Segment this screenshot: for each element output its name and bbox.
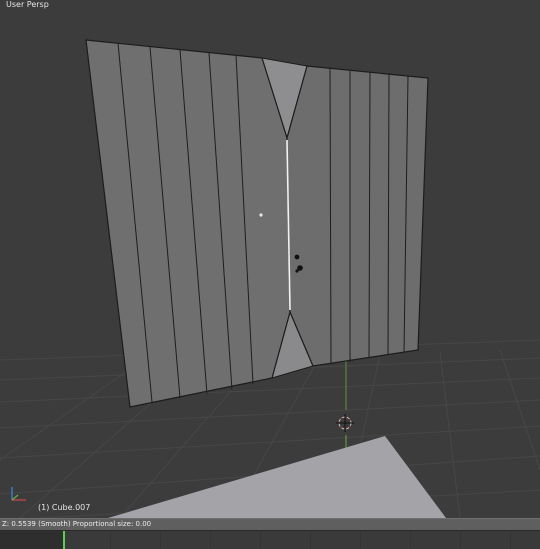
timeline-tick [210,531,211,549]
timeline-editor[interactable] [0,530,540,549]
timeline-tick [460,531,461,549]
timeline-tick [410,531,411,549]
mesh-right-panel [286,65,429,367]
active-object-label: (1) Cube.007 [38,503,91,512]
mesh-left-panel [85,39,291,408]
viewport-scene [0,39,540,518]
timeline-tick [360,531,361,549]
timeline-tick [160,531,161,549]
timeline-tick [310,531,311,549]
timeline-tick [110,531,111,549]
3d-viewport[interactable]: User Persp (1) Cube.007 [0,0,540,518]
current-frame-marker[interactable] [63,531,65,549]
view-name-label: User Persp [6,0,49,9]
timeline-tick [510,531,511,549]
blender-window: User Persp (1) Cube.007 Z: 0.5539 (Smoot… [0,0,540,549]
object-origin-dot [259,213,263,217]
viewport-header: Z: 0.5539 (Smooth) Proportional size: 0.… [0,518,540,530]
timeline-left-strip [0,531,63,549]
3d-cursor-icon[interactable] [336,414,354,432]
transform-status-text: Z: 0.5539 (Smooth) Proportional size: 0.… [2,520,152,528]
timeline-tick [260,531,261,549]
